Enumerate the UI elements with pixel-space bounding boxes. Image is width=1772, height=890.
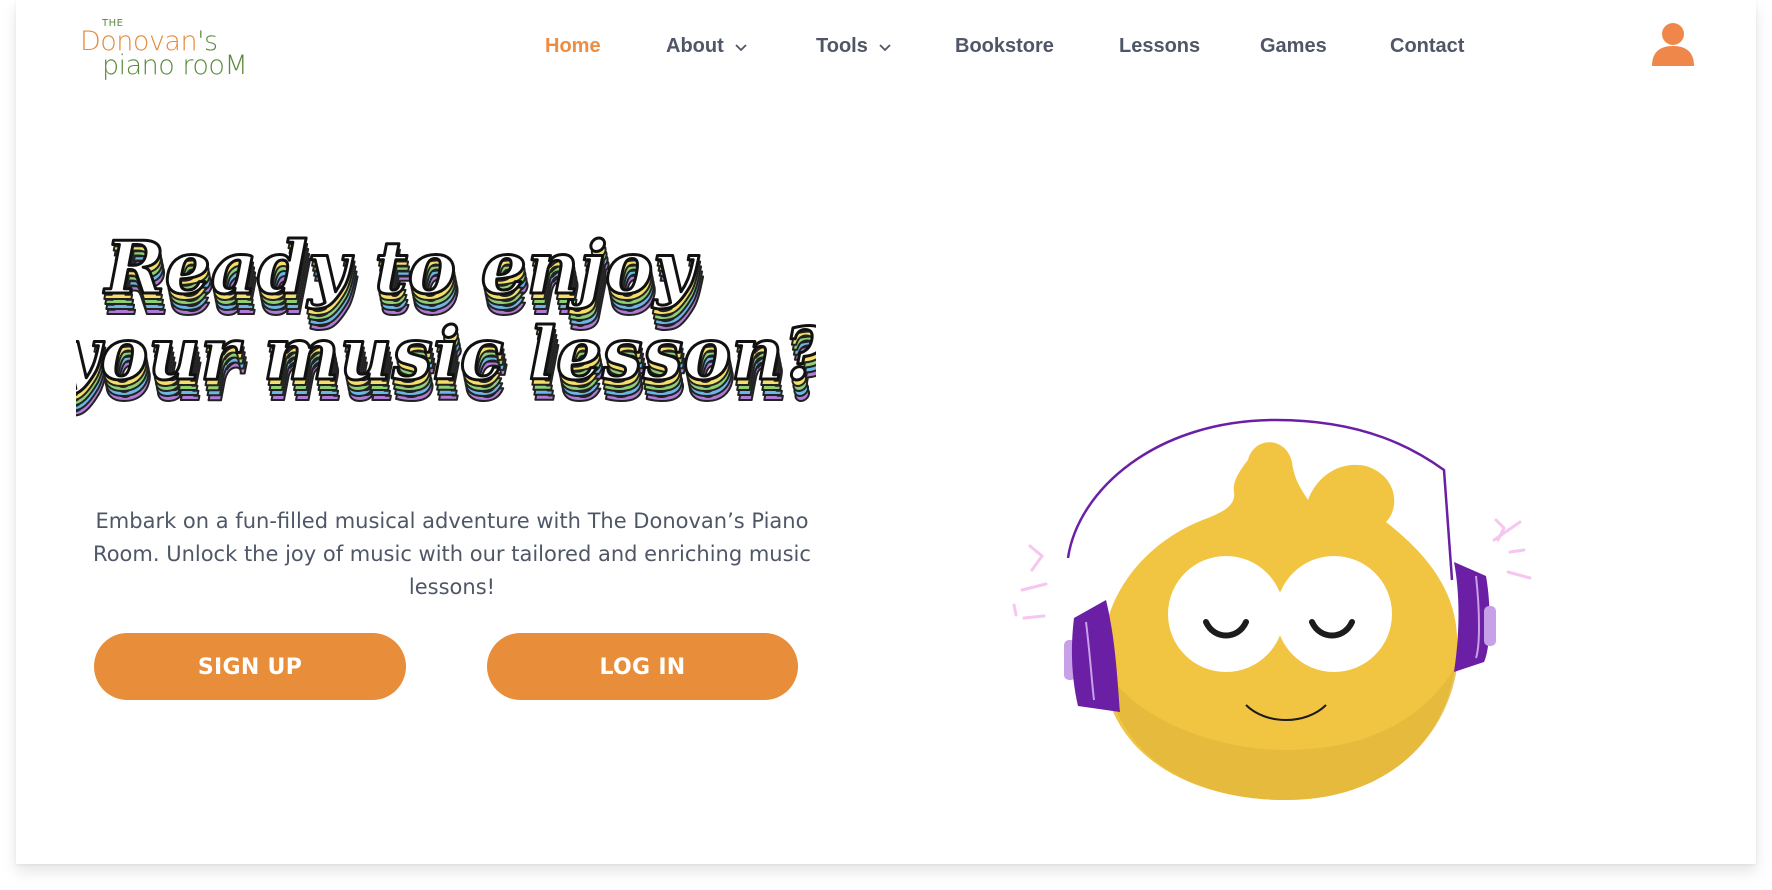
right-earcup — [1454, 562, 1496, 672]
main-nav: Home About Tools Bookstore Lessons Games… — [16, 28, 1756, 64]
nav-item-about[interactable]: About — [666, 28, 748, 64]
nav-label: Lessons — [1119, 35, 1201, 57]
svg-text:Ready to enjoy: Ready to enjoy — [103, 228, 699, 310]
chevron-down-icon — [879, 44, 891, 51]
log-in-button[interactable]: LOG IN — [487, 633, 798, 700]
nav-item-tools[interactable]: Tools — [816, 28, 892, 64]
page: THE Donovan's piano rooM Home About Tool… — [16, 0, 1756, 864]
nav-item-games[interactable]: Games — [1260, 28, 1327, 64]
nav-item-lessons[interactable]: Lessons — [1119, 28, 1200, 64]
nav-item-contact[interactable]: Contact — [1390, 28, 1464, 64]
nav-item-bookstore[interactable]: Bookstore — [955, 28, 1054, 64]
hero-description: Embark on a fun-filled musical adventure… — [93, 509, 811, 599]
nav-label: Home — [545, 35, 601, 57]
chevron-down-icon — [735, 44, 747, 51]
left-eye — [1168, 556, 1284, 672]
mascot-illustration — [1012, 418, 1532, 800]
sign-up-button[interactable]: SIGN UP — [94, 633, 406, 700]
svg-text:your music lesson?: your music lesson? — [76, 311, 816, 396]
user-icon — [1652, 23, 1694, 66]
hero-headline: Ready to enjoy Ready to enjoy Ready to e… — [76, 228, 816, 419]
headline-line2: your music lesson? your music lesson? yo… — [76, 310, 816, 419]
nav-label: Contact — [1390, 35, 1465, 57]
right-eye — [1276, 556, 1392, 672]
user-account-button[interactable] — [1650, 22, 1696, 68]
sparkle-left-icon — [1012, 544, 1048, 620]
nav-label: About — [666, 35, 724, 57]
nav-label: Games — [1260, 35, 1327, 57]
nav-label: Bookstore — [955, 35, 1054, 57]
nav-label: Tools — [816, 35, 868, 57]
sparkle-right-icon — [1492, 518, 1532, 580]
nav-item-home[interactable]: Home — [545, 28, 601, 64]
